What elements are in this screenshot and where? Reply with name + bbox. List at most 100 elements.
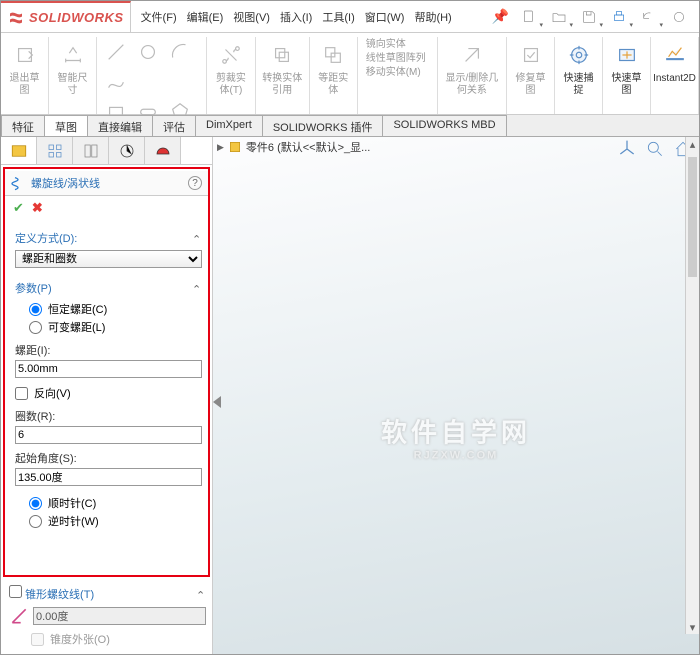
helix-icon bbox=[11, 175, 27, 191]
pm-title: 螺旋线/涡状线 bbox=[31, 175, 188, 191]
scroll-thumb[interactable] bbox=[688, 157, 697, 277]
ptab-property[interactable] bbox=[37, 137, 73, 164]
panel-tabs bbox=[1, 137, 212, 165]
cancel-button[interactable]: ✖ bbox=[32, 200, 43, 216]
revolutions-input[interactable] bbox=[15, 426, 202, 444]
ptab-config[interactable] bbox=[73, 137, 109, 164]
command-tabs: 特征 草图 直接编辑 评估 DimXpert SOLIDWORKS 插件 SOL… bbox=[1, 115, 699, 137]
pm-confirm-row: ✔ ✖ bbox=[5, 196, 208, 224]
ribbon-repair[interactable]: 修复草图 bbox=[507, 37, 555, 114]
ribbon-exit-sketch[interactable]: 退出草图 bbox=[1, 37, 49, 114]
tab-direct-edit[interactable]: 直接编辑 bbox=[87, 115, 153, 136]
spline-icon[interactable] bbox=[103, 71, 129, 97]
expand-tree-arrow[interactable] bbox=[213, 396, 221, 408]
solidworks-logo-icon bbox=[7, 9, 25, 27]
menu-insert[interactable]: 插入(I) bbox=[276, 5, 316, 29]
taper-label: 锥形螺纹线(T) bbox=[25, 589, 94, 601]
watermark: 软件自学网 RJZXW.COM bbox=[381, 412, 531, 461]
define-by-select[interactable]: 螺距和圈数 bbox=[15, 250, 202, 268]
ptab-appearance[interactable] bbox=[145, 137, 181, 164]
ribbon-quick-snap[interactable]: 快速捕捉 bbox=[555, 37, 603, 114]
radio-counterclockwise[interactable]: 逆时针(W) bbox=[15, 512, 202, 530]
pitch-label: 螺距(I): bbox=[15, 342, 202, 358]
section-taper: 锥形螺纹线(T) ⌃ 锥度外张(O) bbox=[1, 579, 212, 654]
tab-mbd[interactable]: SOLIDWORKS MBD bbox=[382, 115, 506, 136]
part-icon bbox=[228, 140, 242, 154]
taper-checkbox[interactable] bbox=[9, 585, 22, 598]
ok-button[interactable]: ✔ bbox=[13, 200, 24, 216]
menu-items: 文件(F) 编辑(E) 视图(V) 插入(I) 工具(I) 窗口(W) 帮助(H… bbox=[131, 5, 484, 29]
tab-evaluate[interactable]: 评估 bbox=[152, 115, 196, 136]
qat-new[interactable]: ▾ bbox=[517, 5, 541, 29]
pm-header: 螺旋线/涡状线 ? bbox=[5, 171, 208, 196]
ptab-feature-tree[interactable] bbox=[1, 137, 37, 164]
ribbon-sketch-tools[interactable] bbox=[97, 37, 207, 114]
workspace: 螺旋线/涡状线 ? ✔ ✖ 定义方式(D): ⌃ 螺距和圈数 参数(P) ⌃ 恒定螺… bbox=[1, 137, 699, 654]
ribbon-rapid-sketch[interactable]: 快速草图 bbox=[603, 37, 651, 114]
define-by-label: 定义方式(D): bbox=[15, 230, 77, 246]
chevron-up-icon[interactable]: ⌃ bbox=[196, 589, 206, 599]
section-define-by: 定义方式(D): ⌃ 螺距和圈数 bbox=[5, 224, 208, 274]
menu-edit[interactable]: 编辑(E) bbox=[183, 5, 228, 29]
radio-constant-pitch[interactable]: 恒定螺距(C) bbox=[15, 300, 202, 318]
scroll-down-icon[interactable]: ▾ bbox=[686, 620, 699, 634]
arc-icon[interactable] bbox=[167, 39, 193, 65]
tab-dimxpert[interactable]: DimXpert bbox=[195, 115, 263, 136]
chevron-up-icon[interactable]: ⌃ bbox=[192, 233, 202, 243]
view-tools bbox=[617, 139, 693, 159]
start-angle-input[interactable] bbox=[15, 468, 202, 486]
crumb-text: 零件6 (默认<<默认>_显... bbox=[246, 139, 370, 155]
tab-sketch[interactable]: 草图 bbox=[44, 115, 88, 136]
ribbon-offset[interactable]: 等距实体 bbox=[310, 37, 358, 114]
highlighted-region: 螺旋线/涡状线 ? ✔ ✖ 定义方式(D): ⌃ 螺距和圈数 参数(P) ⌃ 恒定螺… bbox=[3, 167, 210, 577]
scroll-up-icon[interactable]: ▴ bbox=[686, 137, 699, 151]
menu-file[interactable]: 文件(F) bbox=[137, 5, 181, 29]
qat-undo[interactable]: ▾ bbox=[637, 5, 661, 29]
ribbon-instant2d[interactable]: Instant2D bbox=[651, 37, 699, 114]
pitch-input[interactable] bbox=[15, 360, 202, 378]
app-title: SOLIDWORKS bbox=[29, 10, 124, 25]
ribbon: 退出草图 智能尺寸 剪裁实体(T) 转换实体引用 bbox=[1, 33, 699, 115]
taper-outward-checkbox: 锥度外张(O) bbox=[5, 630, 206, 648]
line-icon[interactable] bbox=[103, 39, 129, 65]
tab-addins[interactable]: SOLIDWORKS 插件 bbox=[262, 115, 384, 136]
ribbon-relations[interactable]: 显示/删除几何关系 bbox=[438, 37, 507, 114]
quick-access-toolbar: ▾ ▾ ▾ ▾ ▾ bbox=[517, 5, 699, 29]
ribbon-pattern-group[interactable]: 镜向实体 线性草图阵列 移动实体(M) bbox=[358, 37, 438, 114]
circle-icon[interactable] bbox=[135, 39, 161, 65]
start-angle-label: 起始角度(S): bbox=[15, 450, 202, 466]
ptab-dim[interactable] bbox=[109, 137, 145, 164]
property-manager-panel: 螺旋线/涡状线 ? ✔ ✖ 定义方式(D): ⌃ 螺距和圈数 参数(P) ⌃ 恒定螺… bbox=[1, 137, 213, 654]
menu-window[interactable]: 窗口(W) bbox=[361, 5, 409, 29]
radio-clockwise[interactable]: 顺时针(C) bbox=[15, 494, 202, 512]
tab-features[interactable]: 特征 bbox=[1, 115, 45, 136]
qat-print[interactable]: ▾ bbox=[607, 5, 631, 29]
graphics-viewport[interactable]: ▶ 零件6 (默认<<默认>_显... 软件自学网 RJZXW.COM ▴ ▾ bbox=[213, 137, 699, 654]
parameters-label: 参数(P) bbox=[15, 280, 52, 296]
document-crumb[interactable]: ▶ 零件6 (默认<<默认>_显... bbox=[217, 139, 370, 155]
zoom-icon[interactable] bbox=[645, 139, 665, 159]
help-icon[interactable]: ? bbox=[188, 176, 202, 190]
ribbon-trim[interactable]: 剪裁实体(T) bbox=[207, 37, 256, 114]
qat-save[interactable]: ▾ bbox=[577, 5, 601, 29]
menu-help[interactable]: 帮助(H) bbox=[410, 5, 455, 29]
revolutions-label: 圈数(R): bbox=[15, 408, 202, 424]
ribbon-convert[interactable]: 转换实体引用 bbox=[256, 37, 310, 114]
menu-tools[interactable]: 工具(I) bbox=[318, 5, 358, 29]
qat-rebuild[interactable] bbox=[667, 5, 691, 29]
pin-icon[interactable]: 📌 bbox=[484, 8, 517, 25]
menu-view[interactable]: 视图(V) bbox=[229, 5, 274, 29]
menubar: SOLIDWORKS 文件(F) 编辑(E) 视图(V) 插入(I) 工具(I)… bbox=[1, 1, 699, 33]
reverse-checkbox[interactable]: 反向(V) bbox=[15, 384, 202, 402]
chevron-up-icon[interactable]: ⌃ bbox=[192, 283, 202, 293]
taper-angle-icon bbox=[9, 606, 29, 626]
taper-angle-input bbox=[33, 607, 206, 625]
triad-icon[interactable] bbox=[617, 139, 637, 159]
radio-variable-pitch[interactable]: 可变螺距(L) bbox=[15, 318, 202, 336]
ribbon-smart-dimension[interactable]: 智能尺寸 bbox=[49, 37, 97, 114]
vertical-scrollbar[interactable]: ▴ ▾ bbox=[685, 137, 699, 634]
crumb-arrow-icon[interactable]: ▶ bbox=[217, 142, 224, 153]
app-logo: SOLIDWORKS bbox=[1, 1, 131, 32]
qat-open[interactable]: ▾ bbox=[547, 5, 571, 29]
section-parameters: 参数(P) ⌃ 恒定螺距(C) 可变螺距(L) 螺距(I): 反向(V) 圈数(R… bbox=[5, 274, 208, 536]
